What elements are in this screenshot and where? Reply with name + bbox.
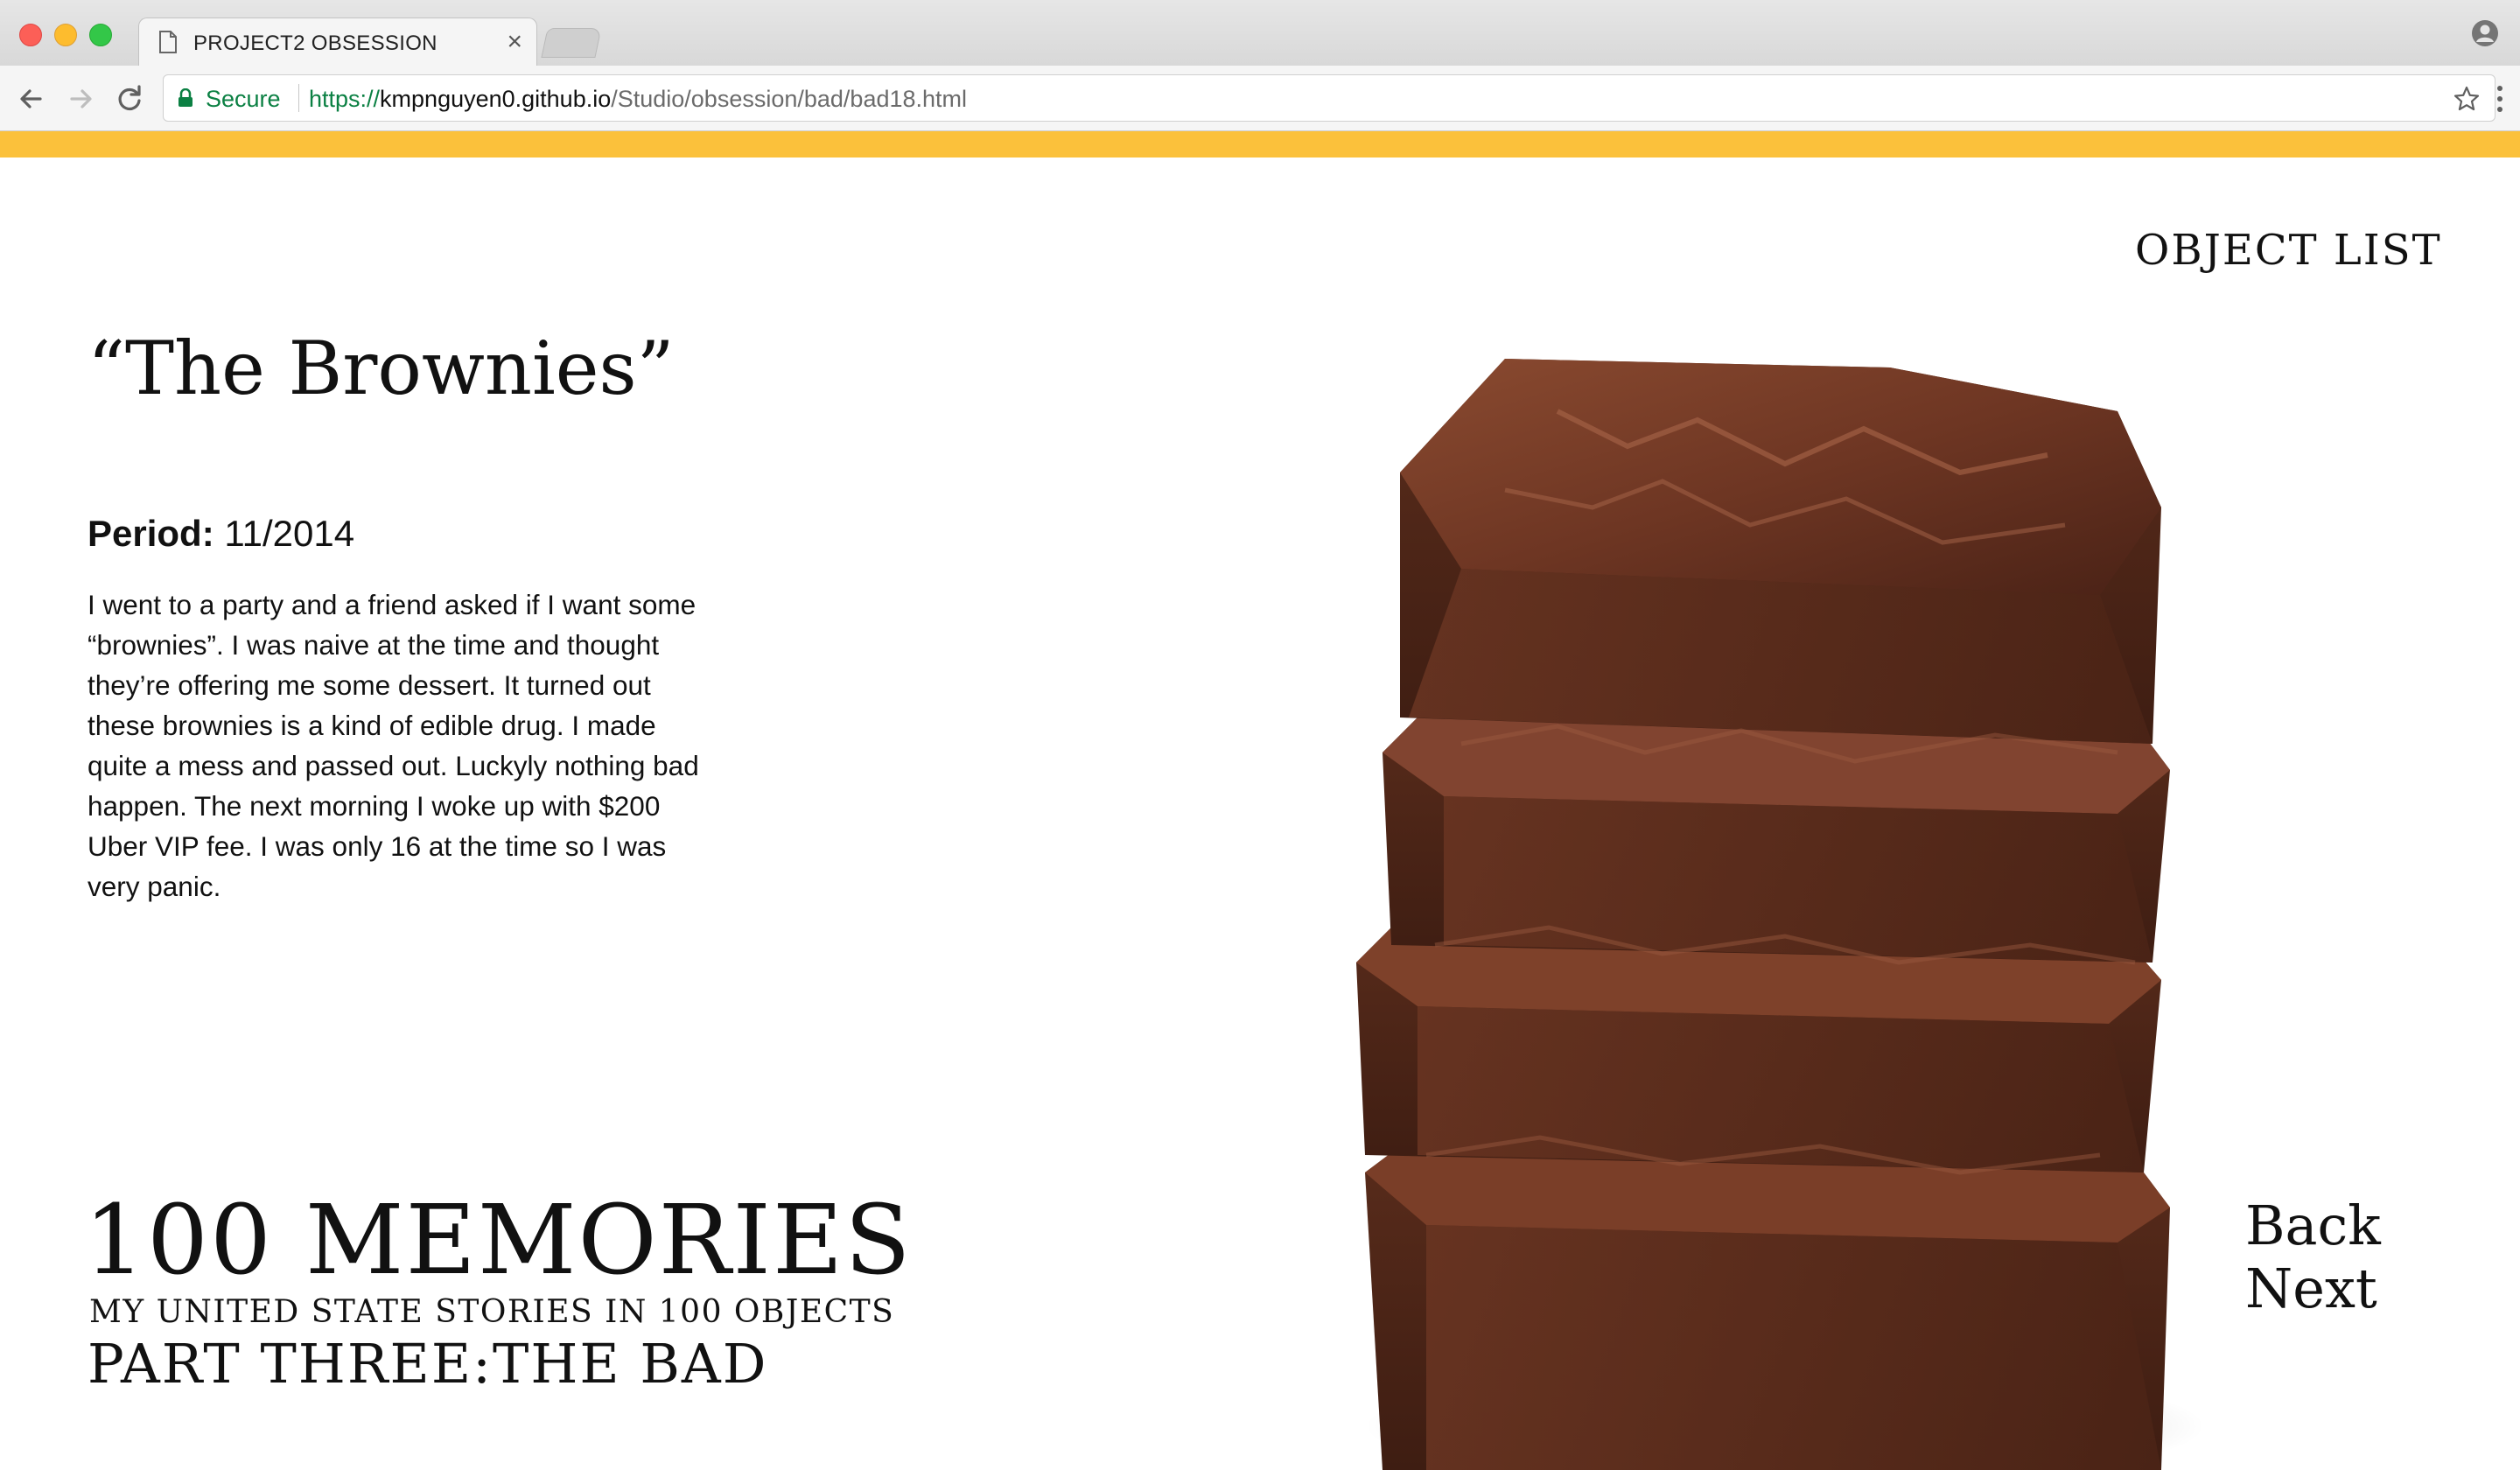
accent-bar: [0, 131, 2520, 158]
secure-label: Secure: [206, 86, 281, 112]
brownies-image: [1356, 359, 2205, 1470]
minimize-window-button[interactable]: [54, 24, 77, 46]
next-link[interactable]: Next: [2245, 1262, 2377, 1316]
lock-icon: [178, 88, 192, 107]
browser-toolbar: Secure https://kmpnguyen0.github.io/Stud…: [0, 66, 2520, 131]
maximize-window-button[interactable]: [89, 24, 112, 46]
profile-icon[interactable]: [2471, 19, 2499, 47]
object-title: “The Brownies”: [88, 326, 675, 411]
browser-tab[interactable]: PROJECT2 OBSESSION ×: [138, 18, 537, 66]
period-value: 11/2014: [224, 513, 355, 554]
arrow-right-icon[interactable]: [63, 81, 98, 116]
url-host: kmpnguyen0.github.io: [380, 86, 612, 112]
new-tab-button[interactable]: [541, 28, 602, 58]
period-line: Period: 11/2014: [88, 513, 354, 555]
page-icon: [159, 31, 177, 53]
star-icon[interactable]: [2453, 85, 2481, 113]
url-path: /Studio/obsession/bad/bad18.html: [611, 86, 968, 112]
brand-subtitle: MY UNITED STATE STORIES IN 100 OBJECTS: [89, 1294, 895, 1330]
url-divider: [298, 84, 299, 112]
brand-part: PART THREE:THE BAD: [88, 1332, 768, 1396]
url-scheme: https://: [309, 86, 381, 112]
tab-title: PROJECT2 OBSESSION: [193, 32, 438, 55]
back-link[interactable]: Back: [2245, 1199, 2381, 1253]
kebab-menu-icon[interactable]: [2496, 83, 2504, 115]
object-list-link[interactable]: OBJECT LIST: [2135, 226, 2442, 275]
arrow-left-icon[interactable]: [14, 81, 49, 116]
period-label: Period:: [88, 513, 214, 554]
close-window-button[interactable]: [19, 24, 42, 46]
brand-title: 100 MEMORIES: [84, 1184, 913, 1296]
close-tab-icon[interactable]: ×: [507, 27, 522, 57]
address-bar[interactable]: Secure https://kmpnguyen0.github.io/Stud…: [163, 74, 2496, 122]
reload-icon[interactable]: [112, 81, 147, 116]
url-text[interactable]: https://kmpnguyen0.github.io/Studio/obse…: [309, 86, 967, 113]
object-story: I went to a party and a friend asked if …: [88, 589, 699, 902]
browser-tab-bar: PROJECT2 OBSESSION ×: [0, 0, 2520, 66]
